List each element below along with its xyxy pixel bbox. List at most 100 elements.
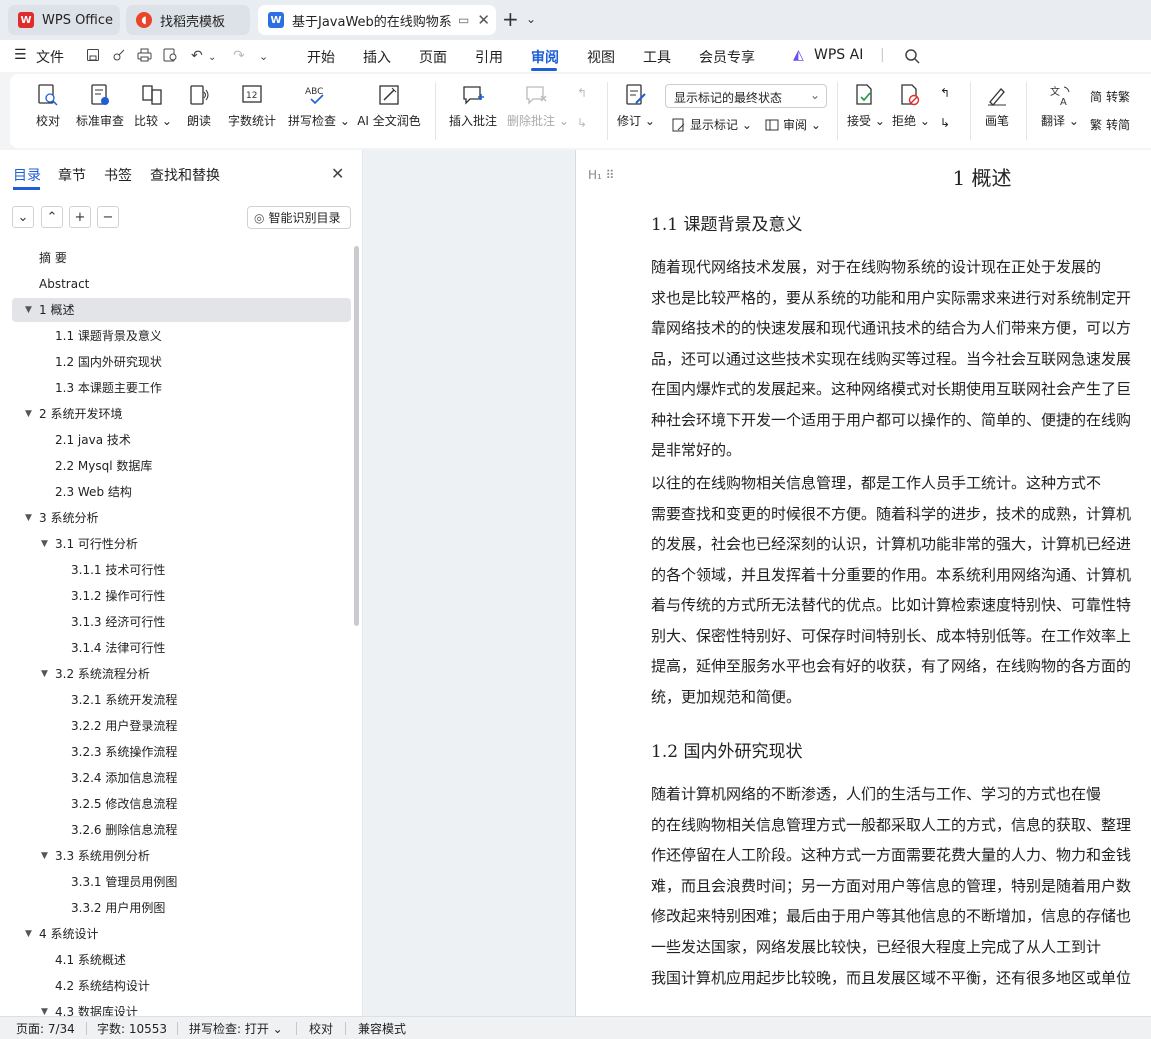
- collapse-triangle-icon[interactable]: ▼: [41, 532, 48, 556]
- toc-item[interactable]: 3.2.3 系统操作流程: [12, 740, 351, 764]
- collapse-triangle-icon[interactable]: ▼: [25, 922, 32, 946]
- toc-item[interactable]: 3.2.6 删除信息流程: [12, 818, 351, 842]
- toc-item[interactable]: 1.1 课题背景及意义: [12, 324, 351, 348]
- wps-ai-icon[interactable]: ◭: [793, 47, 804, 63]
- ai-polish-button[interactable]: AI 全文润色: [356, 82, 422, 129]
- menu-page[interactable]: 页面: [419, 47, 447, 67]
- toc-item[interactable]: 2.2 Mysql 数据库: [12, 454, 351, 478]
- close-tab-icon[interactable]: ✕: [477, 11, 490, 29]
- toc-item[interactable]: Abstract: [12, 272, 351, 296]
- spell-check-indicator[interactable]: 拼写检查: 打开 ⌄: [189, 1020, 283, 1037]
- menu-wps-ai[interactable]: WPS AI: [814, 47, 863, 63]
- nav-scrollbar[interactable]: [354, 246, 359, 626]
- undo-icon[interactable]: ↶: [191, 48, 203, 64]
- accept-button[interactable]: 接受 ⌄: [847, 82, 885, 129]
- tab-template[interactable]: ◖ 找稻壳模板: [126, 5, 250, 35]
- proofread-indicator[interactable]: 校对: [309, 1020, 333, 1037]
- toc-item[interactable]: 3.1.2 操作可行性: [12, 584, 351, 608]
- next-revision-icon[interactable]: ↳: [940, 116, 950, 130]
- menu-start[interactable]: 开始: [307, 47, 335, 67]
- toc-item[interactable]: ▼ 3 系统分析: [12, 506, 351, 530]
- more-chevron-icon[interactable]: ⌄: [259, 50, 268, 63]
- nav-tab-find-replace[interactable]: 查找和替换: [150, 165, 220, 185]
- new-tab-button[interactable]: +: [502, 9, 519, 29]
- chevron-down-icon[interactable]: ⌄: [526, 12, 536, 26]
- monitor-icon[interactable]: ▭: [458, 13, 469, 27]
- toc-item[interactable]: 4.1 系统概述: [12, 948, 351, 972]
- insert-comment-button[interactable]: 插入批注: [448, 82, 498, 129]
- toc-item[interactable]: ▼ 3.3 系统用例分析: [12, 844, 351, 868]
- nav-tab-bookmarks[interactable]: 书签: [104, 165, 132, 185]
- smart-toc-button[interactable]: ◎ 智能识别目录: [247, 206, 351, 229]
- add-heading-button[interactable]: +: [69, 206, 91, 228]
- menu-view[interactable]: 视图: [587, 47, 615, 67]
- previous-revision-icon[interactable]: ↰: [940, 86, 950, 100]
- collapse-triangle-icon[interactable]: ▼: [41, 662, 48, 686]
- review-pane-button[interactable]: 审阅 ⌄: [765, 116, 821, 133]
- toc-item[interactable]: 2.1 java 技术: [12, 428, 351, 452]
- pen-button[interactable]: 画笔: [982, 82, 1012, 129]
- print-preview-icon[interactable]: [163, 48, 178, 66]
- collapse-triangle-icon[interactable]: ▼: [25, 402, 32, 426]
- compare-button[interactable]: 比较 ⌄: [134, 82, 172, 129]
- reject-button[interactable]: 拒绝 ⌄: [892, 82, 930, 129]
- toc-item[interactable]: 3.1.1 技术可行性: [12, 558, 351, 582]
- show-markup-button[interactable]: 显示标记 ⌄: [672, 116, 752, 133]
- toc-item[interactable]: ▼ 3.2 系统流程分析: [12, 662, 351, 686]
- toc-item[interactable]: 3.2.2 用户登录流程: [12, 714, 351, 738]
- standard-review-button[interactable]: 标准审查: [74, 82, 126, 129]
- toc-item[interactable]: 3.1.3 经济可行性: [12, 610, 351, 634]
- collapse-button[interactable]: ⌃: [41, 206, 63, 228]
- redo-icon[interactable]: ↷: [233, 48, 245, 64]
- toc-item[interactable]: ▼ 2 系统开发环境: [12, 402, 351, 426]
- spell-check-button[interactable]: ABC 拼写检查 ⌄: [288, 82, 350, 129]
- to-traditional-button[interactable]: 简转繁: [1090, 88, 1130, 105]
- print-icon[interactable]: [137, 48, 152, 66]
- proofread-button[interactable]: 校对: [30, 82, 66, 129]
- share-icon[interactable]: [112, 48, 126, 66]
- toc-item[interactable]: ▼ 4 系统设计: [12, 922, 351, 946]
- toc-item[interactable]: ▼ 3.1 可行性分析: [12, 532, 351, 556]
- markup-mode-dropdown[interactable]: 显示标记的最终状态 ⌄: [665, 84, 827, 108]
- nav-tab-chapters[interactable]: 章节: [58, 165, 86, 185]
- toc-item[interactable]: 3.2.4 添加信息流程: [12, 766, 351, 790]
- page-indicator[interactable]: 页面: 7/34: [16, 1020, 75, 1037]
- toc-item[interactable]: ▼ 1 概述: [12, 298, 351, 322]
- remove-heading-button[interactable]: −: [97, 206, 119, 228]
- toc-item[interactable]: 3.3.2 用户用例图: [12, 896, 351, 920]
- menu-file[interactable]: 文件: [36, 47, 64, 67]
- menu-member[interactable]: 会员专享: [699, 47, 755, 67]
- search-icon[interactable]: [904, 48, 920, 68]
- revise-button[interactable]: 修订 ⌄: [616, 82, 656, 129]
- expand-all-button[interactable]: ⌄: [12, 206, 34, 228]
- undo-dropdown-icon[interactable]: ⌄: [208, 52, 216, 63]
- close-pane-icon[interactable]: ✕: [331, 164, 344, 183]
- collapse-triangle-icon[interactable]: ▼: [25, 298, 32, 322]
- read-aloud-button[interactable]: 朗读: [184, 82, 214, 129]
- next-comment-icon[interactable]: ↳: [577, 116, 587, 130]
- hamburger-icon[interactable]: ☰: [14, 47, 27, 63]
- translate-button[interactable]: 文A 翻译 ⌄: [1040, 82, 1080, 129]
- collapse-triangle-icon[interactable]: ▼: [41, 844, 48, 868]
- menu-insert[interactable]: 插入: [363, 47, 391, 67]
- menu-reference[interactable]: 引用: [475, 47, 503, 67]
- toc-item[interactable]: 1.3 本课题主要工作: [12, 376, 351, 400]
- previous-comment-icon[interactable]: ↰: [577, 86, 587, 100]
- toc-item[interactable]: 摘 要: [12, 246, 351, 270]
- menu-review[interactable]: 审阅: [531, 47, 559, 67]
- nav-tab-toc[interactable]: 目录: [13, 165, 41, 185]
- collapse-triangle-icon[interactable]: ▼: [25, 506, 32, 530]
- toc-item[interactable]: 2.3 Web 结构: [12, 480, 351, 504]
- document-page[interactable]: H₁ ⠿ 1 概述 1.1 课题背景及意义 随着现代网络技术发展，对于在线购物系…: [575, 150, 1151, 1016]
- toc-item[interactable]: 3.2.5 修改信息流程: [12, 792, 351, 816]
- toc-item[interactable]: 3.2.1 系统开发流程: [12, 688, 351, 712]
- word-count-indicator[interactable]: 字数: 10553: [97, 1020, 167, 1037]
- toc-item[interactable]: 1.2 国内外研究现状: [12, 350, 351, 374]
- word-count-button[interactable]: 12 字数统计: [226, 82, 278, 129]
- menu-tools[interactable]: 工具: [643, 47, 671, 67]
- to-simplified-button[interactable]: 繁转简: [1090, 116, 1130, 133]
- toc-item[interactable]: 3.1.4 法律可行性: [12, 636, 351, 660]
- toc-item[interactable]: 3.3.1 管理员用例图: [12, 870, 351, 894]
- delete-comment-button[interactable]: 删除批注 ⌄: [507, 82, 569, 129]
- save-icon[interactable]: [86, 48, 100, 66]
